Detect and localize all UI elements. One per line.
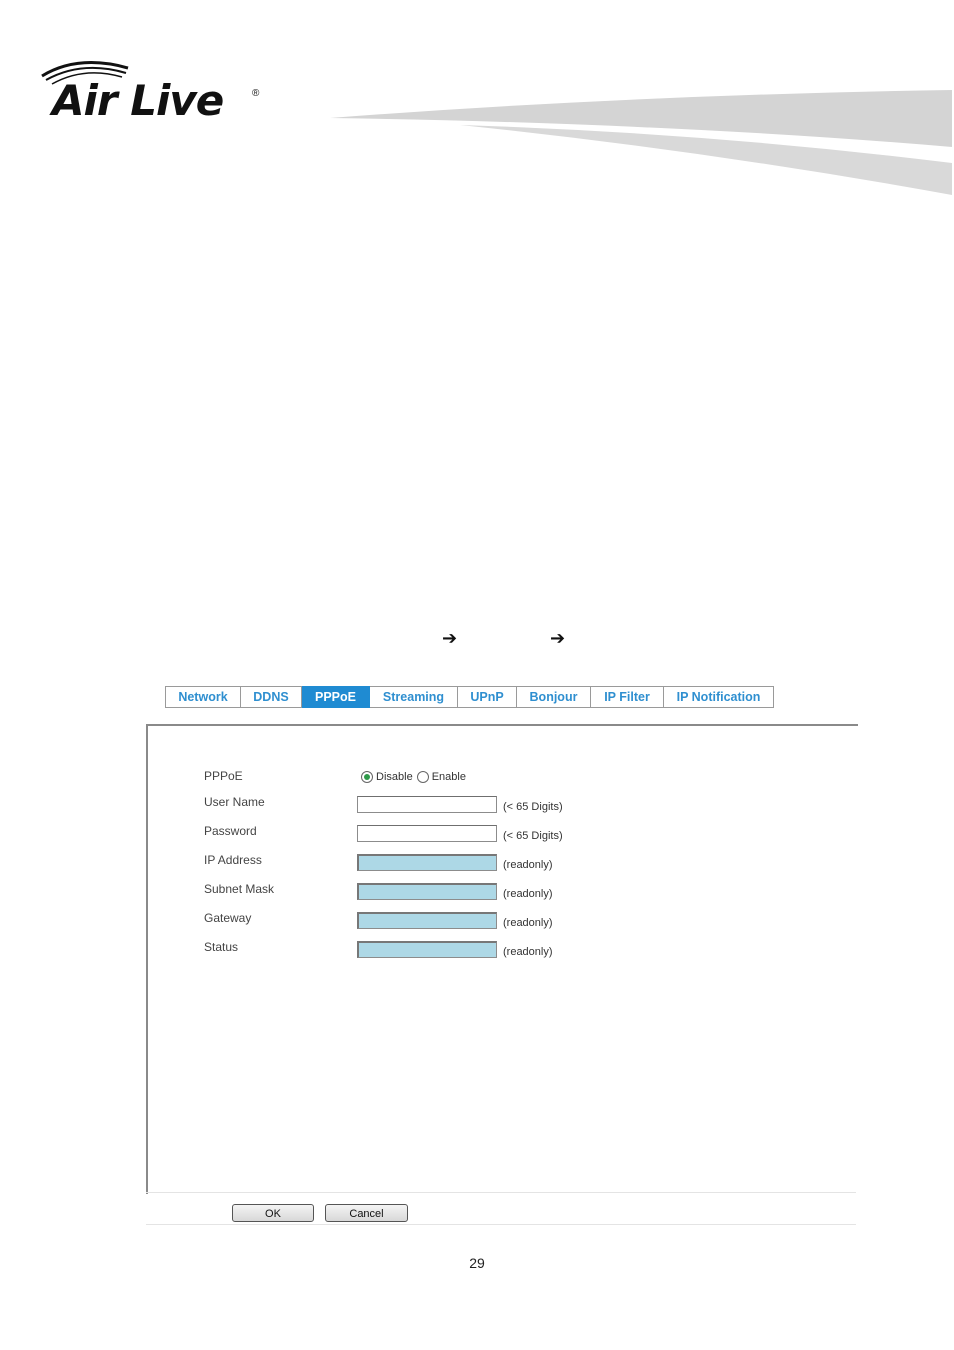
- divider: [146, 1192, 856, 1193]
- pppoe-disable-label: Disable: [376, 771, 413, 783]
- cancel-button[interactable]: Cancel: [325, 1204, 408, 1222]
- arrow-right-icon: ➔: [550, 628, 566, 649]
- divider: [146, 1224, 856, 1225]
- subnet-mask-label: Subnet Mask: [204, 882, 275, 896]
- tab-ddns[interactable]: DDNS: [241, 686, 302, 708]
- pppoe-enable-label: Enable: [431, 771, 466, 783]
- pppoe-enable-radio[interactable]: [416, 771, 429, 783]
- tab-ip-notification[interactable]: IP Notification: [664, 686, 774, 708]
- pppoe-radio-group: Disable Enable: [361, 771, 470, 783]
- tab-network[interactable]: Network: [165, 686, 241, 708]
- pppoe-label: PPPoE: [204, 769, 243, 783]
- user-name-hint: (< 65 Digits): [503, 801, 563, 813]
- subnet-mask-field: [357, 883, 497, 900]
- subnet-mask-hint: (readonly): [503, 888, 553, 900]
- password-label: Password: [204, 824, 257, 838]
- gateway-hint: (readonly): [503, 917, 553, 929]
- tab-bonjour[interactable]: Bonjour: [517, 686, 591, 708]
- tab-streaming[interactable]: Streaming: [370, 686, 458, 708]
- status-label: Status: [204, 940, 239, 954]
- password-hint: (< 65 Digits): [503, 830, 563, 842]
- user-name-input[interactable]: [357, 796, 497, 813]
- tab-upnp[interactable]: UPnP: [458, 686, 517, 708]
- registered-mark: ®: [252, 88, 260, 99]
- page-number: 29: [469, 1255, 485, 1271]
- status-hint: (readonly): [503, 946, 553, 958]
- arrow-right-icon: ➔: [442, 628, 458, 649]
- tab-ip-filter[interactable]: IP Filter: [591, 686, 664, 708]
- user-name-label: User Name: [204, 795, 265, 809]
- logo-text: Air Live: [52, 76, 224, 125]
- airlive-logo: Air Live ®: [38, 58, 268, 128]
- ip-address-field: [357, 854, 497, 871]
- header-swoosh-graphic: [330, 90, 952, 195]
- status-field: [357, 941, 497, 958]
- settings-tabs: Network DDNS PPPoE Streaming UPnP Bonjou…: [165, 686, 774, 708]
- pppoe-disable-radio[interactable]: [361, 771, 373, 783]
- ok-button[interactable]: OK: [232, 1204, 314, 1222]
- gateway-field: [357, 912, 497, 929]
- ip-address-hint: (readonly): [503, 859, 553, 871]
- tab-pppoe[interactable]: PPPoE: [302, 686, 370, 708]
- password-input[interactable]: [357, 825, 497, 842]
- ip-address-label: IP Address: [204, 853, 262, 867]
- gateway-label: Gateway: [204, 911, 252, 925]
